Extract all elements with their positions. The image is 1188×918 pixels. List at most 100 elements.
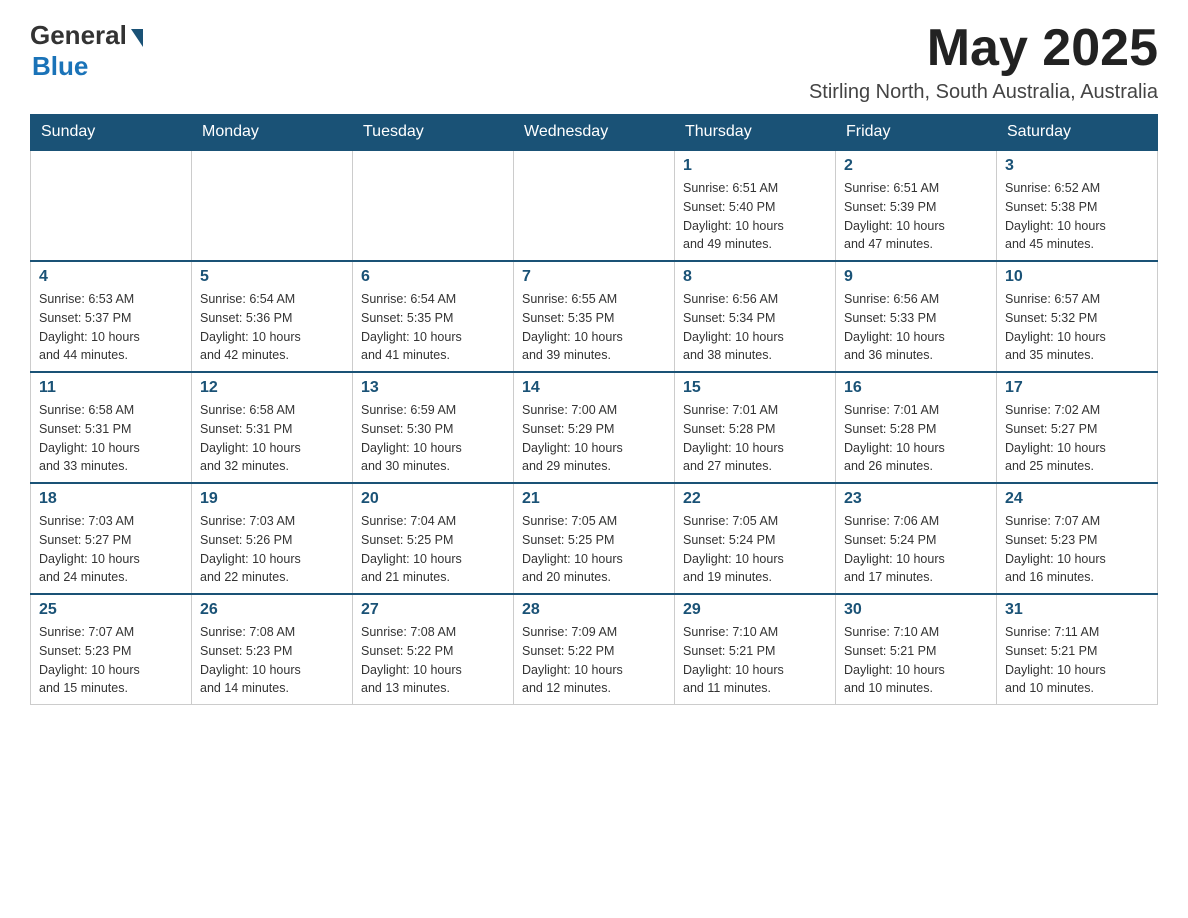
day-info: Sunrise: 6:51 AM Sunset: 5:39 PM Dayligh… bbox=[844, 179, 988, 254]
day-info: Sunrise: 6:53 AM Sunset: 5:37 PM Dayligh… bbox=[39, 290, 183, 365]
day-info: Sunrise: 7:05 AM Sunset: 5:25 PM Dayligh… bbox=[522, 512, 666, 587]
day-number: 21 bbox=[522, 490, 666, 508]
calendar-cell: 19 Sunrise: 7:03 AM Sunset: 5:26 PM Dayli… bbox=[192, 483, 353, 594]
day-info: Sunrise: 7:03 AM Sunset: 5:27 PM Dayligh… bbox=[39, 512, 183, 587]
calendar-cell: 5 Sunrise: 6:54 AM Sunset: 5:36 PM Daylig… bbox=[192, 261, 353, 372]
day-info: Sunrise: 7:08 AM Sunset: 5:22 PM Dayligh… bbox=[361, 623, 505, 698]
day-info: Sunrise: 7:02 AM Sunset: 5:27 PM Dayligh… bbox=[1005, 401, 1149, 476]
day-number: 30 bbox=[844, 601, 988, 619]
calendar-cell: 18 Sunrise: 7:03 AM Sunset: 5:27 PM Dayli… bbox=[31, 483, 192, 594]
day-info: Sunrise: 7:10 AM Sunset: 5:21 PM Dayligh… bbox=[844, 623, 988, 698]
day-number: 10 bbox=[1005, 268, 1149, 286]
day-number: 31 bbox=[1005, 601, 1149, 619]
calendar-cell: 24Sunrise: 7:07 AM Sunset: 5:23 PM Dayli… bbox=[997, 483, 1158, 594]
day-info: Sunrise: 7:03 AM Sunset: 5:26 PM Dayligh… bbox=[200, 512, 344, 587]
day-info: Sunrise: 7:05 AM Sunset: 5:24 PM Dayligh… bbox=[683, 512, 827, 587]
day-number: 4 bbox=[39, 268, 183, 286]
calendar-cell: 8 Sunrise: 6:56 AM Sunset: 5:34 PM Daylig… bbox=[675, 261, 836, 372]
day-info: Sunrise: 7:01 AM Sunset: 5:28 PM Dayligh… bbox=[844, 401, 988, 476]
day-number: 26 bbox=[200, 601, 344, 619]
calendar-cell bbox=[514, 150, 675, 261]
calendar-cell: 23Sunrise: 7:06 AM Sunset: 5:24 PM Dayli… bbox=[836, 483, 997, 594]
calendar-header-tuesday: Tuesday bbox=[353, 115, 514, 151]
calendar-week-row-4: 18 Sunrise: 7:03 AM Sunset: 5:27 PM Dayli… bbox=[31, 483, 1158, 594]
calendar-cell: 31 Sunrise: 7:11 AM Sunset: 5:21 PM Dayli… bbox=[997, 594, 1158, 705]
day-number: 25 bbox=[39, 601, 183, 619]
day-number: 7 bbox=[522, 268, 666, 286]
page-header: General Blue May 2025 Stirling North, So… bbox=[30, 20, 1158, 104]
calendar-cell: 7 Sunrise: 6:55 AM Sunset: 5:35 PM Daylig… bbox=[514, 261, 675, 372]
calendar-cell: 1 Sunrise: 6:51 AM Sunset: 5:40 PM Daylig… bbox=[675, 150, 836, 261]
day-number: 3 bbox=[1005, 157, 1149, 175]
day-info: Sunrise: 7:08 AM Sunset: 5:23 PM Dayligh… bbox=[200, 623, 344, 698]
day-info: Sunrise: 7:11 AM Sunset: 5:21 PM Dayligh… bbox=[1005, 623, 1149, 698]
day-number: 15 bbox=[683, 379, 827, 397]
day-info: Sunrise: 6:54 AM Sunset: 5:36 PM Dayligh… bbox=[200, 290, 344, 365]
calendar-cell: 16Sunrise: 7:01 AM Sunset: 5:28 PM Dayli… bbox=[836, 372, 997, 483]
calendar-header-friday: Friday bbox=[836, 115, 997, 151]
day-number: 24 bbox=[1005, 490, 1149, 508]
day-info: Sunrise: 7:10 AM Sunset: 5:21 PM Dayligh… bbox=[683, 623, 827, 698]
day-info: Sunrise: 6:56 AM Sunset: 5:33 PM Dayligh… bbox=[844, 290, 988, 365]
calendar-header-monday: Monday bbox=[192, 115, 353, 151]
calendar-week-row-3: 11 Sunrise: 6:58 AM Sunset: 5:31 PM Dayli… bbox=[31, 372, 1158, 483]
day-info: Sunrise: 6:56 AM Sunset: 5:34 PM Dayligh… bbox=[683, 290, 827, 365]
calendar-cell: 20Sunrise: 7:04 AM Sunset: 5:25 PM Dayli… bbox=[353, 483, 514, 594]
calendar-header-wednesday: Wednesday bbox=[514, 115, 675, 151]
calendar-week-row-2: 4 Sunrise: 6:53 AM Sunset: 5:37 PM Daylig… bbox=[31, 261, 1158, 372]
calendar-cell: 4 Sunrise: 6:53 AM Sunset: 5:37 PM Daylig… bbox=[31, 261, 192, 372]
calendar-cell bbox=[31, 150, 192, 261]
calendar-cell: 21 Sunrise: 7:05 AM Sunset: 5:25 PM Dayli… bbox=[514, 483, 675, 594]
calendar-table: SundayMondayTuesdayWednesdayThursdayFrid… bbox=[30, 114, 1158, 705]
location-subtitle: Stirling North, South Australia, Austral… bbox=[809, 81, 1158, 104]
day-number: 22 bbox=[683, 490, 827, 508]
day-number: 18 bbox=[39, 490, 183, 508]
day-number: 1 bbox=[683, 157, 827, 175]
calendar-week-row-5: 25 Sunrise: 7:07 AM Sunset: 5:23 PM Dayli… bbox=[31, 594, 1158, 705]
calendar-header-saturday: Saturday bbox=[997, 115, 1158, 151]
day-info: Sunrise: 6:59 AM Sunset: 5:30 PM Dayligh… bbox=[361, 401, 505, 476]
calendar-cell: 29Sunrise: 7:10 AM Sunset: 5:21 PM Dayli… bbox=[675, 594, 836, 705]
day-number: 27 bbox=[361, 601, 505, 619]
day-number: 14 bbox=[522, 379, 666, 397]
calendar-cell: 10 Sunrise: 6:57 AM Sunset: 5:32 PM Dayli… bbox=[997, 261, 1158, 372]
day-info: Sunrise: 6:57 AM Sunset: 5:32 PM Dayligh… bbox=[1005, 290, 1149, 365]
day-number: 17 bbox=[1005, 379, 1149, 397]
calendar-week-row-1: 1 Sunrise: 6:51 AM Sunset: 5:40 PM Daylig… bbox=[31, 150, 1158, 261]
calendar-cell: 14Sunrise: 7:00 AM Sunset: 5:29 PM Dayli… bbox=[514, 372, 675, 483]
calendar-cell: 13 Sunrise: 6:59 AM Sunset: 5:30 PM Dayli… bbox=[353, 372, 514, 483]
calendar-header-thursday: Thursday bbox=[675, 115, 836, 151]
day-info: Sunrise: 7:06 AM Sunset: 5:24 PM Dayligh… bbox=[844, 512, 988, 587]
day-info: Sunrise: 6:55 AM Sunset: 5:35 PM Dayligh… bbox=[522, 290, 666, 365]
day-number: 5 bbox=[200, 268, 344, 286]
calendar-cell: 25 Sunrise: 7:07 AM Sunset: 5:23 PM Dayli… bbox=[31, 594, 192, 705]
month-year-title: May 2025 bbox=[809, 20, 1158, 77]
day-number: 11 bbox=[39, 379, 183, 397]
logo-general-text: General bbox=[30, 20, 127, 51]
day-number: 2 bbox=[844, 157, 988, 175]
calendar-cell: 2 Sunrise: 6:51 AM Sunset: 5:39 PM Daylig… bbox=[836, 150, 997, 261]
calendar-cell: 12 Sunrise: 6:58 AM Sunset: 5:31 PM Dayli… bbox=[192, 372, 353, 483]
day-info: Sunrise: 6:58 AM Sunset: 5:31 PM Dayligh… bbox=[200, 401, 344, 476]
calendar-cell: 27 Sunrise: 7:08 AM Sunset: 5:22 PM Dayli… bbox=[353, 594, 514, 705]
calendar-cell: 28Sunrise: 7:09 AM Sunset: 5:22 PM Dayli… bbox=[514, 594, 675, 705]
calendar-cell: 6Sunrise: 6:54 AM Sunset: 5:35 PM Daylig… bbox=[353, 261, 514, 372]
day-number: 8 bbox=[683, 268, 827, 286]
calendar-cell: 17 Sunrise: 7:02 AM Sunset: 5:27 PM Dayli… bbox=[997, 372, 1158, 483]
logo: General Blue bbox=[30, 20, 143, 82]
day-number: 12 bbox=[200, 379, 344, 397]
calendar-cell: 11Sunrise: 6:58 AM Sunset: 5:31 PM Dayli… bbox=[31, 372, 192, 483]
calendar-cell: 22 Sunrise: 7:05 AM Sunset: 5:24 PM Dayli… bbox=[675, 483, 836, 594]
calendar-cell: 30 Sunrise: 7:10 AM Sunset: 5:21 PM Dayli… bbox=[836, 594, 997, 705]
day-number: 28 bbox=[522, 601, 666, 619]
day-info: Sunrise: 7:01 AM Sunset: 5:28 PM Dayligh… bbox=[683, 401, 827, 476]
day-number: 19 bbox=[200, 490, 344, 508]
day-number: 13 bbox=[361, 379, 505, 397]
day-number: 6 bbox=[361, 268, 505, 286]
day-info: Sunrise: 7:07 AM Sunset: 5:23 PM Dayligh… bbox=[39, 623, 183, 698]
calendar-cell: 15 Sunrise: 7:01 AM Sunset: 5:28 PM Dayli… bbox=[675, 372, 836, 483]
calendar-header-row: SundayMondayTuesdayWednesdayThursdayFrid… bbox=[31, 115, 1158, 151]
day-info: Sunrise: 6:51 AM Sunset: 5:40 PM Dayligh… bbox=[683, 179, 827, 254]
calendar-cell: 9 Sunrise: 6:56 AM Sunset: 5:33 PM Daylig… bbox=[836, 261, 997, 372]
day-number: 9 bbox=[844, 268, 988, 286]
